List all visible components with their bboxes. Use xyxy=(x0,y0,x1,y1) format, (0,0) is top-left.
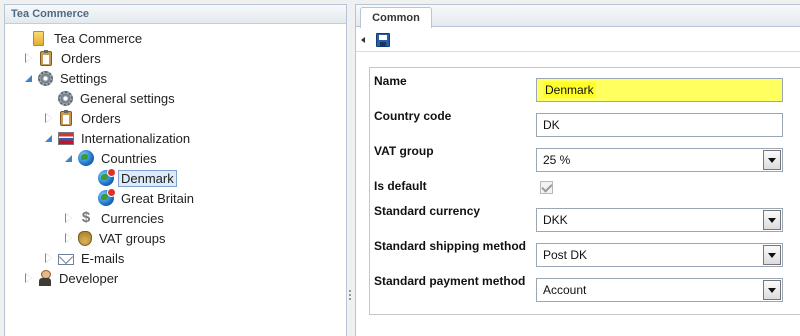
developer-icon xyxy=(38,270,52,286)
dropdown-arrow-icon[interactable] xyxy=(763,280,781,300)
tree-node-settings[interactable]: Settings xyxy=(24,68,110,88)
tree-node-label: E-mails xyxy=(81,250,125,266)
expand-arrow-icon[interactable] xyxy=(64,213,74,223)
tree-node-e-mails[interactable]: E-mails xyxy=(44,248,127,268)
expand-arrow-icon[interactable] xyxy=(24,273,34,283)
form-row-shipping-method: Standard shipping method Post DK xyxy=(370,233,800,268)
expand-arrow-icon[interactable] xyxy=(44,113,54,123)
form-row-standard-currency: Standard currency DKK xyxy=(370,198,800,233)
dropdown-arrow-icon[interactable] xyxy=(763,150,781,170)
shipping-method-label: Standard shipping method xyxy=(374,239,526,253)
tree-node-countries[interactable]: Countries xyxy=(64,148,160,168)
standard-currency-label: Standard currency xyxy=(374,204,481,218)
tree-node-denmark[interactable]: Denmark xyxy=(84,168,177,188)
save-icon[interactable] xyxy=(376,33,390,47)
tree-node-label: Tea Commerce xyxy=(54,30,143,46)
tree-node-label: Currencies xyxy=(101,210,164,226)
payment-method-label: Standard payment method xyxy=(374,274,526,288)
toolbar-collapse-arrow-icon[interactable] xyxy=(361,37,365,43)
tree-node-orders[interactable]: Orders xyxy=(24,48,104,68)
name-field[interactable]: Denmark xyxy=(536,78,783,102)
dropdown-arrow-icon[interactable] xyxy=(763,210,781,230)
tree-node-label: Orders xyxy=(61,50,101,66)
tree-node-label: Orders xyxy=(81,110,121,126)
tab-strip: Common xyxy=(356,5,800,28)
tab-common[interactable]: Common xyxy=(360,7,432,28)
tree-node-general-settings[interactable]: General settings xyxy=(44,88,178,108)
expand-arrow-icon[interactable] xyxy=(44,253,54,263)
editor-toolbar xyxy=(356,27,800,52)
tree-header: Tea Commerce xyxy=(5,5,346,24)
tree-node-label: Developer xyxy=(59,270,119,286)
tree-node-great-britain[interactable]: Great Britain xyxy=(84,188,197,208)
panel-splitter[interactable] xyxy=(347,0,355,336)
standard-currency-value: DKK xyxy=(543,213,568,227)
tree-node-label: Great Britain xyxy=(121,190,194,206)
globe-red-icon xyxy=(98,168,116,186)
collapse-arrow-icon[interactable] xyxy=(24,73,34,83)
tree-node-internationalization[interactable]: Internationalization xyxy=(44,128,193,148)
gears-icon xyxy=(38,70,53,86)
shipping-method-value: Post DK xyxy=(543,248,588,262)
vat-group-value: 25 % xyxy=(543,153,571,167)
is-default-label: Is default xyxy=(374,179,427,193)
payment-method-select[interactable]: Account xyxy=(536,278,783,302)
tree-node-label: Settings xyxy=(60,70,107,86)
name-value: Denmark xyxy=(543,82,596,98)
form-row-country-code: Country code DK xyxy=(370,103,800,138)
splitter-grip-icon[interactable] xyxy=(347,288,353,304)
expand-arrow-icon[interactable] xyxy=(24,53,34,63)
money-bag-icon xyxy=(78,230,92,246)
gear-icon xyxy=(58,90,73,106)
tree-node-label: Denmark xyxy=(118,169,177,187)
vat-group-label: VAT group xyxy=(374,144,434,158)
payment-method-value: Account xyxy=(543,283,587,297)
editor-panel: Common Name Denmark Country code DK VAT … xyxy=(355,4,800,336)
folder-icon xyxy=(33,30,44,46)
name-label: Name xyxy=(374,74,407,88)
country-code-label: Country code xyxy=(374,109,452,123)
country-code-field[interactable]: DK xyxy=(536,113,783,137)
shipping-method-select[interactable]: Post DK xyxy=(536,243,783,267)
tree-node-order-settings[interactable]: Orders xyxy=(44,108,124,128)
clipboard-icon xyxy=(60,109,72,126)
flags-icon xyxy=(58,131,74,145)
clipboard-icon xyxy=(40,49,52,66)
content-tree-panel: Tea Commerce Tea Commerce Orders Setting… xyxy=(4,4,347,336)
vat-group-select[interactable]: 25 % xyxy=(536,148,783,172)
tree-node-label: Internationalization xyxy=(81,130,191,146)
globe-icon xyxy=(78,150,94,166)
tree-node-tea-commerce[interactable]: Tea Commerce xyxy=(17,28,145,48)
form-row-vat-group: VAT group 25 % xyxy=(370,138,800,173)
collapse-arrow-icon[interactable] xyxy=(44,133,54,143)
form-row-name: Name Denmark xyxy=(370,68,800,103)
tree-node-label: Countries xyxy=(101,150,157,166)
tree-node-vat-groups[interactable]: VAT groups xyxy=(64,228,168,248)
tree-node-label: General settings xyxy=(80,90,175,106)
is-default-checkbox[interactable] xyxy=(540,181,553,194)
form-row-payment-method: Standard payment method Account xyxy=(370,268,800,303)
collapse-arrow-icon[interactable] xyxy=(64,153,74,163)
country-form: Name Denmark Country code DK VAT group 2… xyxy=(369,67,800,315)
tree-node-label: VAT groups xyxy=(99,230,166,246)
dollar-icon: $ xyxy=(81,209,91,226)
globe-red-icon xyxy=(98,188,116,206)
envelope-icon xyxy=(58,253,74,265)
expand-arrow-icon[interactable] xyxy=(64,233,74,243)
dropdown-arrow-icon[interactable] xyxy=(763,245,781,265)
tree-node-currencies[interactable]: $ Currencies xyxy=(64,208,167,228)
tree-node-developer[interactable]: Developer xyxy=(24,268,121,288)
standard-currency-select[interactable]: DKK xyxy=(536,208,783,232)
